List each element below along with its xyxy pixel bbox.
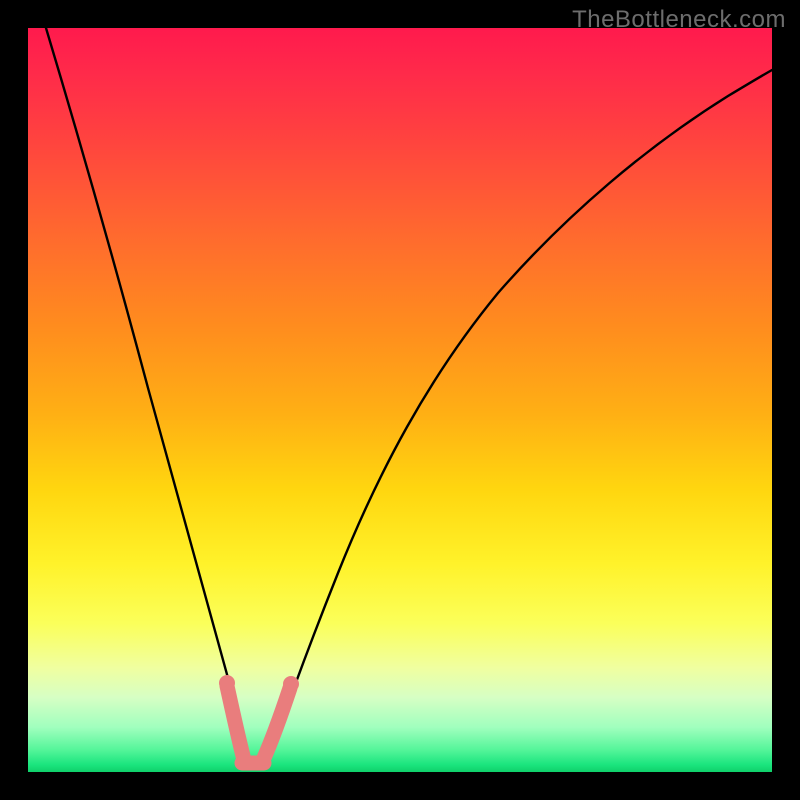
curve-layer <box>28 28 772 772</box>
plot-area <box>28 28 772 772</box>
watermark-text: TheBottleneck.com <box>572 6 786 34</box>
chart-container: TheBottleneck.com <box>0 0 800 800</box>
optimal-zone-dots <box>219 675 299 692</box>
bottleneck-curve <box>46 28 772 768</box>
optimal-zone-highlight <box>227 686 290 763</box>
